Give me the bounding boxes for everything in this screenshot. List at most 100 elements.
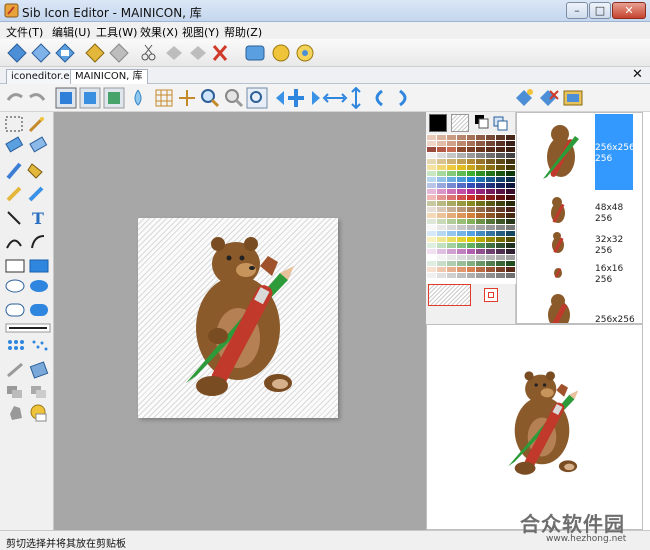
color-swatch[interactable] [466,165,476,170]
color-swatch[interactable] [506,237,515,242]
color-swatch[interactable] [486,255,496,260]
color-swatch[interactable] [446,141,456,146]
color-swatch[interactable] [436,141,446,146]
ellipse-icon[interactable] [5,279,25,293]
color-swatch[interactable] [496,201,506,206]
color-swatch[interactable] [506,171,515,176]
color-swatch[interactable] [506,159,515,164]
maximize-button[interactable]: □ [589,2,611,19]
color-swatch[interactable] [446,195,456,200]
undo-icon[interactable] [6,93,23,101]
color-swatch[interactable] [436,231,446,236]
color-swatch[interactable] [436,249,446,254]
color-swatch[interactable] [476,165,486,170]
color-swatch[interactable] [466,147,476,152]
color-swatch[interactable] [436,261,446,266]
color-swatch[interactable] [506,165,515,170]
save-icon[interactable] [55,43,75,63]
color-swatch[interactable] [456,171,466,176]
color-swatch[interactable] [496,207,506,212]
curve-icon[interactable] [6,239,22,249]
color-swatch[interactable] [466,201,476,206]
color-swatch[interactable] [446,189,456,194]
color-swatch-grid[interactable] [426,134,516,284]
color-swatch[interactable] [506,255,515,260]
grid-icon[interactable] [155,89,173,107]
color-swatch[interactable] [506,225,515,230]
color-swatch[interactable] [486,153,496,158]
color-swatch[interactable] [456,261,466,266]
color-swatch[interactable] [456,183,466,188]
color-swatch[interactable] [446,165,456,170]
color-swatch[interactable] [496,141,506,146]
color-swatch[interactable] [496,183,506,188]
color-swatch[interactable] [486,159,496,164]
color-swatch[interactable] [466,183,476,188]
color-swatch[interactable] [486,207,496,212]
select-rect-icon[interactable] [5,116,23,132]
color-swatch[interactable] [466,189,476,194]
color-swatch[interactable] [476,249,486,254]
color-swatch[interactable] [427,153,436,158]
color-swatch[interactable] [456,141,466,146]
color-swatch[interactable] [436,201,446,206]
color-swatch[interactable] [476,255,486,260]
color-swatch[interactable] [506,219,515,224]
color-swatch[interactable] [427,261,436,266]
color-swatch[interactable] [466,159,476,164]
color-swatch[interactable] [436,219,446,224]
color-swatch[interactable] [506,243,515,248]
format-item-4[interactable]: 16x16 256 [517,257,642,287]
color-swatch[interactable] [486,243,496,248]
color-swatch[interactable] [446,207,456,212]
color-swatch[interactable] [486,195,496,200]
color-swatch[interactable] [506,153,515,158]
color-swatch[interactable] [496,189,506,194]
color-swatch[interactable] [436,243,446,248]
color-swatch[interactable] [456,135,466,140]
filled-rounded-rect-icon[interactable] [30,304,48,316]
color-swatch[interactable] [486,267,496,272]
rotate-left-icon[interactable] [375,89,383,107]
copy-icon[interactable] [166,46,182,60]
color-swatch[interactable] [456,243,466,248]
color-swatch[interactable] [427,177,436,182]
color-swatch[interactable] [466,225,476,230]
color-swatch[interactable] [427,189,436,194]
line-width-selector[interactable] [5,323,51,333]
color-swatch[interactable] [496,165,506,170]
icon-formats-list[interactable]: 256x256 256 48x48 256 32x32 256 16x16 25… [516,112,643,324]
color-swatch[interactable] [466,207,476,212]
color-swatch[interactable] [506,213,515,218]
color-swatch[interactable] [446,237,456,242]
color-swatch[interactable] [436,267,446,272]
color-swatch[interactable] [446,273,456,278]
color-swatch[interactable] [456,147,466,152]
color-swatch[interactable] [476,231,486,236]
menu-item[interactable]: 效果(X) [140,24,178,40]
color-swatch[interactable] [486,177,496,182]
icon-canvas[interactable] [138,218,338,418]
zoom-out-icon[interactable] [225,89,244,108]
color-swatch[interactable] [486,219,496,224]
drop-icon[interactable] [134,89,142,106]
color-swatch[interactable] [486,201,496,206]
color-swatch[interactable] [486,273,496,278]
color-swatch[interactable] [486,231,496,236]
spray-brush-icon[interactable] [32,340,48,351]
color-swatch[interactable] [436,207,446,212]
color-swatch[interactable] [446,231,456,236]
color-swatch[interactable] [506,201,515,206]
color-swatch[interactable] [476,135,486,140]
shape-library-icon[interactable] [30,404,47,422]
color-swatch[interactable] [446,177,456,182]
color-swatch[interactable] [436,135,446,140]
color-swatch[interactable] [466,267,476,272]
color-swatch[interactable] [427,219,436,224]
color-swatch[interactable] [506,183,515,188]
color-swatch[interactable] [427,249,436,254]
color-swatch[interactable] [446,201,456,206]
color-swatch[interactable] [466,255,476,260]
color-swatch[interactable] [476,171,486,176]
minimize-button[interactable]: – [566,2,588,19]
